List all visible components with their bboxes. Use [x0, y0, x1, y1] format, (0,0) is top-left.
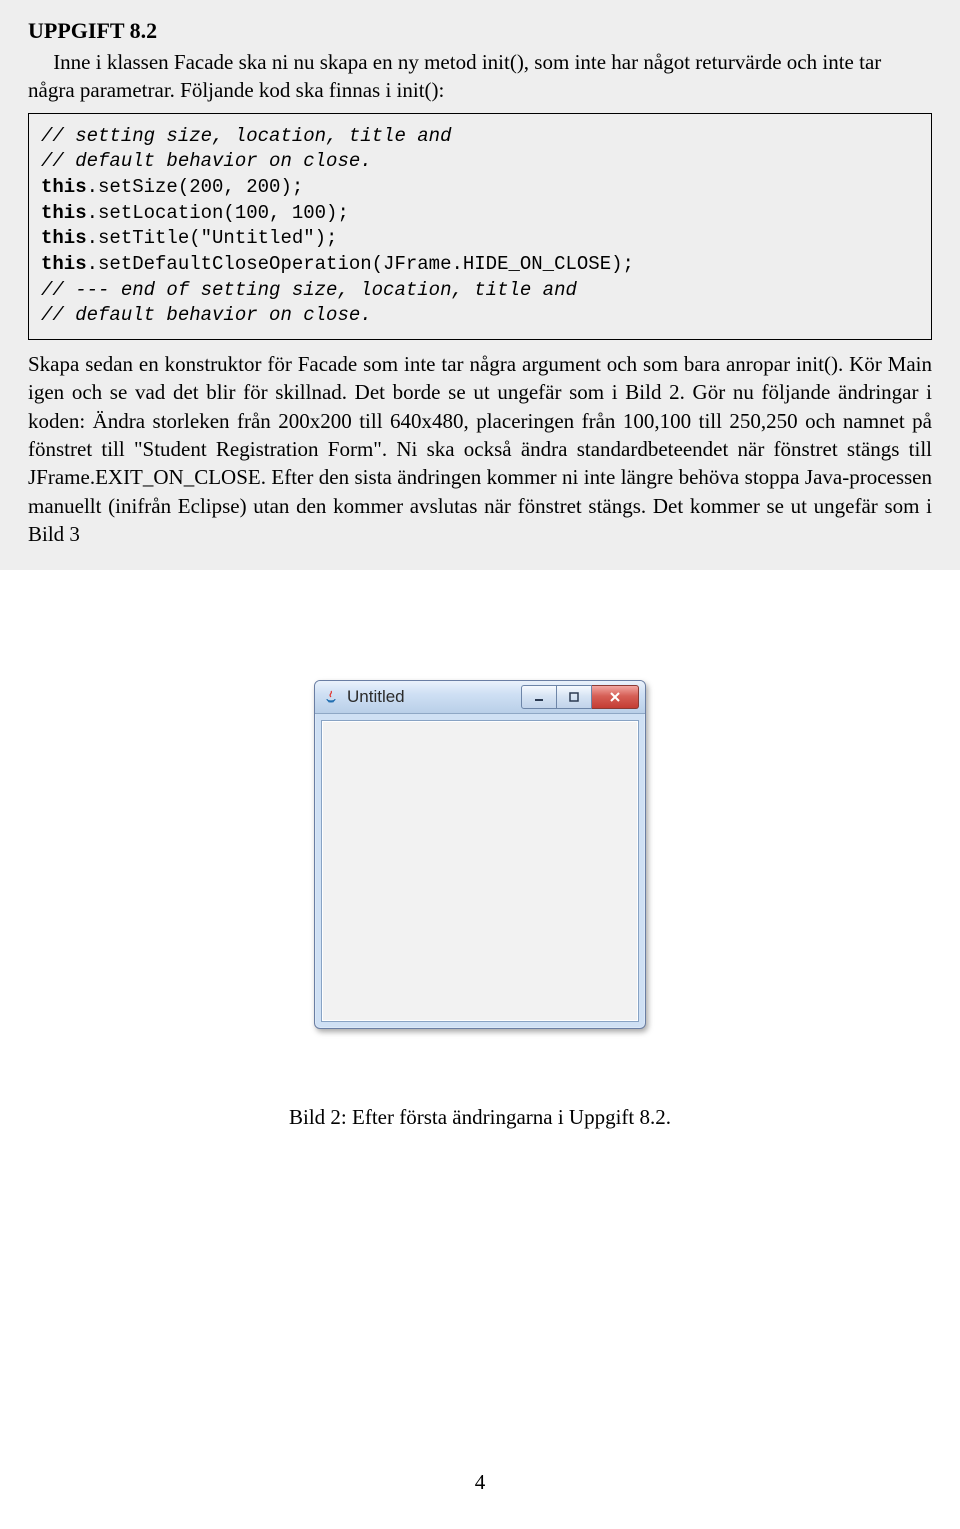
- task-intro: Inne i klassen Facade ska ni nu skapa en…: [28, 48, 932, 105]
- task-heading: UPPGIFT 8.2: [28, 18, 932, 44]
- close-button[interactable]: [592, 685, 639, 709]
- code-text: .setSize(200, 200);: [87, 176, 304, 198]
- close-icon: [608, 691, 622, 703]
- figure-caption: Bild 2: Efter första ändringarna i Uppgi…: [0, 1105, 960, 1130]
- task-graybox: UPPGIFT 8.2 Inne i klassen Facade ska ni…: [0, 0, 960, 570]
- app-window: Untitled: [314, 680, 646, 1029]
- code-text: .setTitle("Untitled");: [87, 227, 338, 249]
- titlebar[interactable]: Untitled: [315, 681, 645, 714]
- code-text: .setDefaultCloseOperation(JFrame.HIDE_ON…: [87, 253, 634, 275]
- maximize-button[interactable]: [557, 685, 592, 709]
- minimize-button[interactable]: [521, 685, 557, 709]
- code-keyword: this: [41, 202, 87, 224]
- java-icon: [323, 689, 339, 705]
- task-after-text: Skapa sedan en konstruktor för Facade so…: [28, 350, 932, 548]
- code-comment: // setting size, location, title and: [41, 125, 451, 147]
- window-client-area: [321, 720, 639, 1022]
- maximize-icon: [568, 691, 580, 703]
- code-listing: // setting size, location, title and // …: [28, 113, 932, 340]
- task-after-paragraph: Skapa sedan en konstruktor för Facade so…: [28, 350, 932, 548]
- code-comment: // --- end of setting size, location, ti…: [41, 279, 577, 301]
- page-number: 4: [0, 1470, 960, 1495]
- window-title: Untitled: [347, 687, 405, 707]
- code-keyword: this: [41, 227, 87, 249]
- code-text: .setLocation(100, 100);: [87, 202, 349, 224]
- code-comment: // default behavior on close.: [41, 150, 372, 172]
- code-comment: // default behavior on close.: [41, 304, 372, 326]
- code-keyword: this: [41, 253, 87, 275]
- window-buttons: [521, 685, 639, 709]
- minimize-icon: [533, 691, 545, 703]
- figure-area: Untitled Bild 2: Efter första ändringar: [0, 680, 960, 1130]
- code-keyword: this: [41, 176, 87, 198]
